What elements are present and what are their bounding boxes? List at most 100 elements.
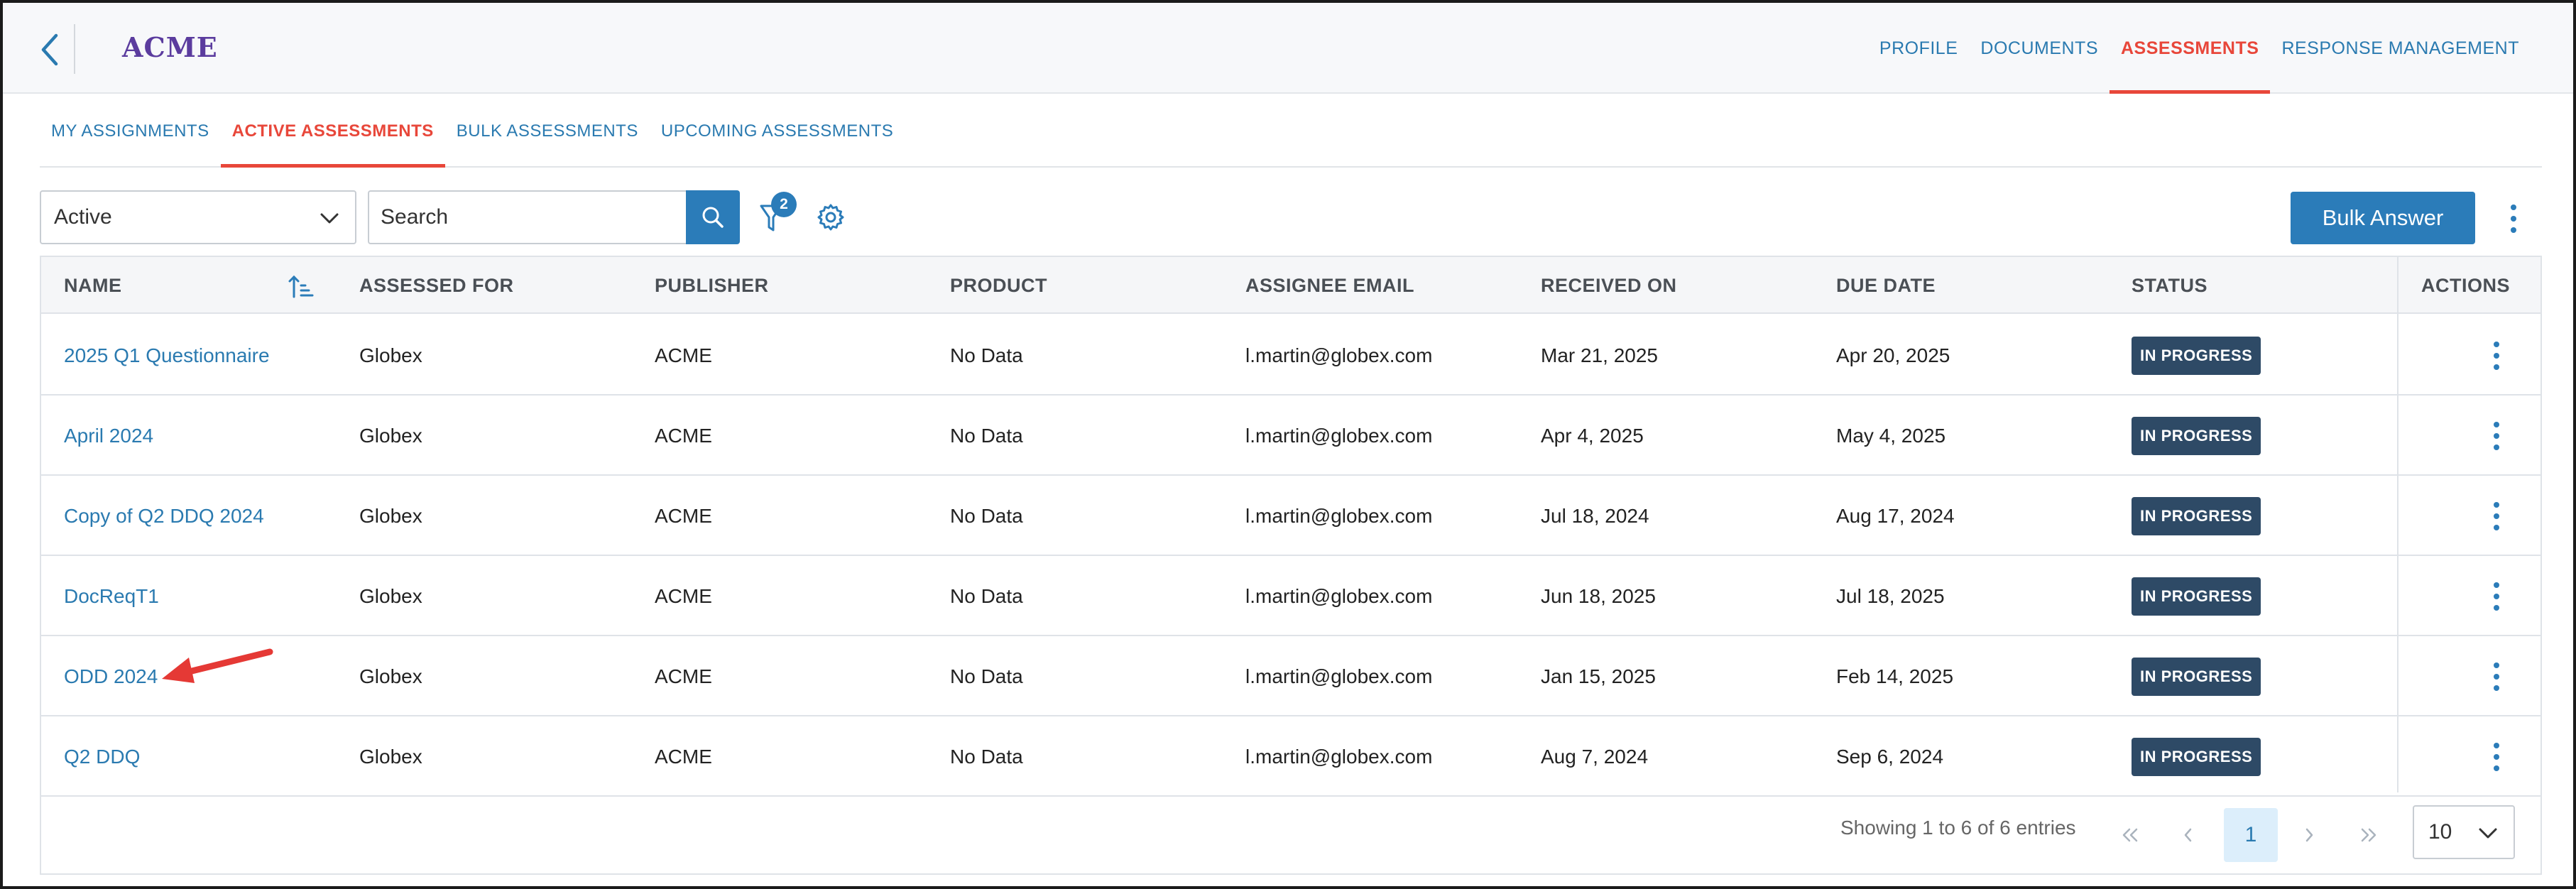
assessed-for-cell: Globex [359,344,422,366]
search-input[interactable] [381,205,676,229]
chevron-right-icon [2305,828,2313,842]
assessment-name-link[interactable]: Copy of Q2 DDQ 2024 [64,476,264,556]
received-on-cell: Jun 18, 2025 [1541,584,1656,607]
assignee-email-cell: l.martin@globex.com [1245,665,1433,687]
more-vertical-icon [2494,743,2499,771]
nav-response-management[interactable]: RESPONSE MANAGEMENT [2270,3,2531,94]
col-name[interactable]: NAME [64,257,122,314]
assessment-name-link[interactable]: ODD 2024 [64,636,158,716]
table-row: Copy of Q2 DDQ 2024 Globex ACME No Data … [41,476,2540,556]
status-dropdown[interactable]: Active [40,190,356,244]
due-date-cell: Aug 17, 2024 [1836,504,1955,527]
status-badge: IN PROGRESS [2132,577,2261,616]
nav-profile[interactable]: PROFILE [1868,3,1969,94]
assessed-for-cell: Globex [359,424,422,447]
tab-active-assessments[interactable]: ACTIVE ASSESSMENTS [220,97,445,168]
col-product[interactable]: PRODUCT [950,257,1047,314]
received-on-cell: Apr 4, 2025 [1541,424,1644,447]
chevron-left-icon [2184,828,2192,842]
tab-bulk-assessments[interactable]: BULK ASSESSMENTS [445,97,650,166]
table-row: DocReqT1 Globex ACME No Data l.martin@gl… [41,556,2540,636]
product-cell: No Data [950,504,1023,527]
first-page-button[interactable] [2103,808,2157,862]
status-dropdown-value: Active [54,205,112,229]
due-date-cell: Apr 20, 2025 [1836,344,1950,366]
search-box [368,190,687,244]
status-cell: IN PROGRESS [2132,636,2261,716]
table-row: April 2024 Globex ACME No Data l.martin@… [41,396,2540,476]
row-actions-button[interactable] [2482,658,2511,696]
chevron-down-icon [320,213,339,224]
table-row: ODD 2024 Globex ACME No Data l.martin@gl… [41,636,2540,716]
product-cell: No Data [950,424,1023,447]
tab-my-assignments[interactable]: MY ASSIGNMENTS [40,97,221,166]
assessed-for-cell: Globex [359,665,422,687]
row-actions-button[interactable] [2482,417,2511,455]
more-vertical-icon [2494,502,2499,530]
col-assessed-for[interactable]: ASSESSED FOR [359,257,514,314]
table-row: Q2 DDQ Globex ACME No Data l.martin@glob… [41,716,2540,797]
publisher-cell: ACME [655,584,712,607]
row-actions-button[interactable] [2482,738,2511,776]
publisher-cell: ACME [655,745,712,768]
page-number-button[interactable]: 1 [2224,808,2278,862]
col-received-on[interactable]: RECEIVED ON [1541,257,1677,314]
chevrons-right-icon [2361,828,2376,842]
nav-documents[interactable]: DOCUMENTS [1969,3,2110,94]
bulk-answer-button[interactable]: Bulk Answer [2291,192,2475,244]
table-header: NAME ASSESSED FOR PUBLISHER PRODUCT ASSI… [41,257,2540,314]
top-nav: PROFILE DOCUMENTS ASSESSMENTS RESPONSE M… [1868,3,2531,94]
assignee-email-cell: l.martin@globex.com [1245,424,1433,447]
status-badge: IN PROGRESS [2132,336,2261,375]
chevron-down-icon [2479,828,2497,839]
assignee-email-cell: l.martin@globex.com [1245,504,1433,527]
status-badge: IN PROGRESS [2132,496,2261,535]
more-options-button[interactable] [2499,200,2528,237]
top-header: ACME PROFILE DOCUMENTS ASSESSMENTS RESPO… [3,3,2573,94]
assessment-name-link[interactable]: April 2024 [64,396,153,476]
row-actions-button[interactable] [2482,497,2511,535]
assessed-for-cell: Globex [359,745,422,768]
assessment-name-link[interactable]: DocReqT1 [64,556,159,636]
col-assignee-email[interactable]: ASSIGNEE EMAIL [1245,257,1414,314]
header-divider [74,24,75,74]
due-date-cell: Feb 14, 2025 [1836,665,1954,687]
col-due-date[interactable]: DUE DATE [1836,257,1936,314]
due-date-cell: May 4, 2025 [1836,424,1946,447]
col-actions: ACTIONS [2421,274,2510,296]
received-on-cell: Aug 7, 2024 [1541,745,1649,768]
previous-page-button[interactable] [2161,808,2215,862]
back-button[interactable] [30,28,70,71]
assessment-name-link[interactable]: Q2 DDQ [64,716,140,797]
product-cell: No Data [950,344,1023,366]
assessed-for-cell: Globex [359,584,422,607]
assessment-name-link[interactable]: 2025 Q1 Questionnaire [64,315,270,396]
brand-logo[interactable]: ACME [122,31,218,63]
next-page-button[interactable] [2282,808,2336,862]
more-vertical-icon [2494,582,2499,611]
assessments-table: NAME ASSESSED FOR PUBLISHER PRODUCT ASSI… [40,256,2542,875]
page-size-select[interactable]: 10 [2413,805,2515,859]
last-page-button[interactable] [2342,808,2396,862]
tab-upcoming-assessments[interactable]: UPCOMING ASSESSMENTS [650,97,905,166]
row-actions-button[interactable] [2482,337,2511,375]
col-status[interactable]: STATUS [2132,257,2207,314]
settings-button[interactable] [815,202,846,233]
assignee-email-cell: l.martin@globex.com [1245,584,1433,607]
sort-ascending-icon[interactable] [287,273,315,301]
product-cell: No Data [950,745,1023,768]
product-cell: No Data [950,665,1023,687]
more-vertical-icon [2511,204,2516,233]
filter-count-badge: 2 [771,192,797,217]
col-publisher[interactable]: PUBLISHER [655,257,769,314]
nav-assessments[interactable]: ASSESSMENTS [2110,3,2271,94]
status-cell: IN PROGRESS [2132,396,2261,476]
assessment-subtabs: MY ASSIGNMENTS ACTIVE ASSESSMENTS BULK A… [40,97,2542,168]
search-button[interactable] [686,190,740,244]
publisher-cell: ACME [655,504,712,527]
publisher-cell: ACME [655,665,712,687]
status-cell: IN PROGRESS [2132,476,2261,556]
row-actions-button[interactable] [2482,577,2511,616]
table-footer: Showing 1 to 6 of 6 entries 1 10 [41,794,2540,873]
assignee-email-cell: l.martin@globex.com [1245,344,1433,366]
